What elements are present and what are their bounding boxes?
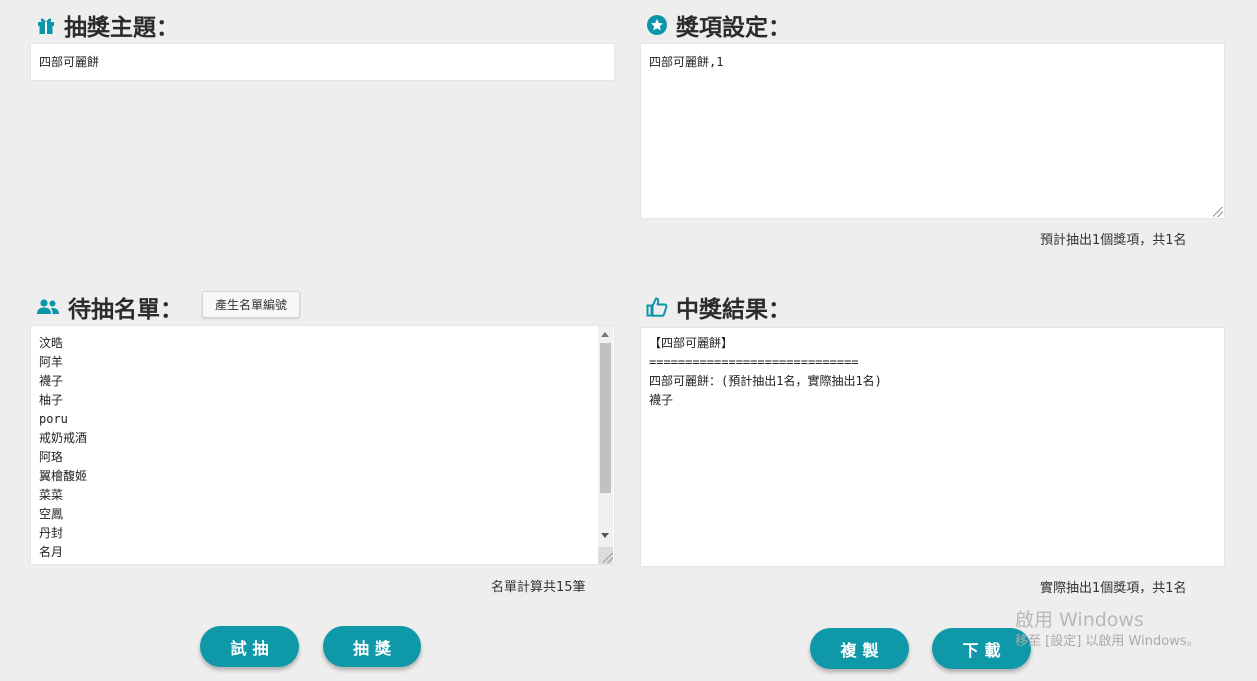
theme-input[interactable]: 四部可麗餅 [30,43,615,81]
prize-title-text: 獎項設定： [676,15,791,41]
theme-title: 抽獎主題： [36,8,179,42]
generate-numbers-button[interactable]: 產生名單編號 [202,291,300,318]
draw-button[interactable]: 抽獎 [323,626,421,667]
windows-watermark-title: 啟用 Windows [1015,609,1144,631]
gift-icon [36,15,56,35]
list-title: 待抽名單： [36,290,183,324]
result-title: 中獎結果： [646,290,791,324]
star-circle-icon [646,14,668,36]
scroll-thumb[interactable] [600,343,611,493]
candidate-list-textarea[interactable]: 汶晧 阿羊 襪子 柚子 poru 戒奶戒酒 阿珞 翼檜馥姬 菜菜 空鳳 丹封 名… [30,325,615,565]
scroll-down-arrow-icon[interactable] [601,533,609,538]
list-title-text: 待抽名單： [68,297,183,323]
copy-button[interactable]: 複製 [810,628,909,669]
prize-summary: 預計抽出1個獎項，共1名 [1040,233,1187,248]
result-summary: 實際抽出1個獎項，共1名 [1040,581,1187,596]
result-title-text: 中獎結果： [676,297,791,323]
theme-title-text: 抽獎主題： [64,15,179,41]
prize-title: 獎項設定： [646,8,791,42]
thumbs-up-icon [646,296,668,318]
prize-settings-textarea[interactable]: 四部可麗餅,1 [640,43,1225,219]
windows-watermark-subtitle: 移至 [設定] 以啟用 Windows。 [1015,634,1200,649]
list-summary: 名單計算共15筆 [491,580,586,595]
result-textarea[interactable]: 【四部可麗餅】 ============================= 四部… [640,327,1225,567]
resize-grip[interactable] [1213,207,1223,217]
scroll-up-arrow-icon[interactable] [601,332,609,337]
users-icon [36,298,60,316]
list-resize-grip[interactable] [603,553,613,563]
trial-draw-button[interactable]: 試抽 [200,626,299,667]
list-scrollbar[interactable] [598,326,613,547]
